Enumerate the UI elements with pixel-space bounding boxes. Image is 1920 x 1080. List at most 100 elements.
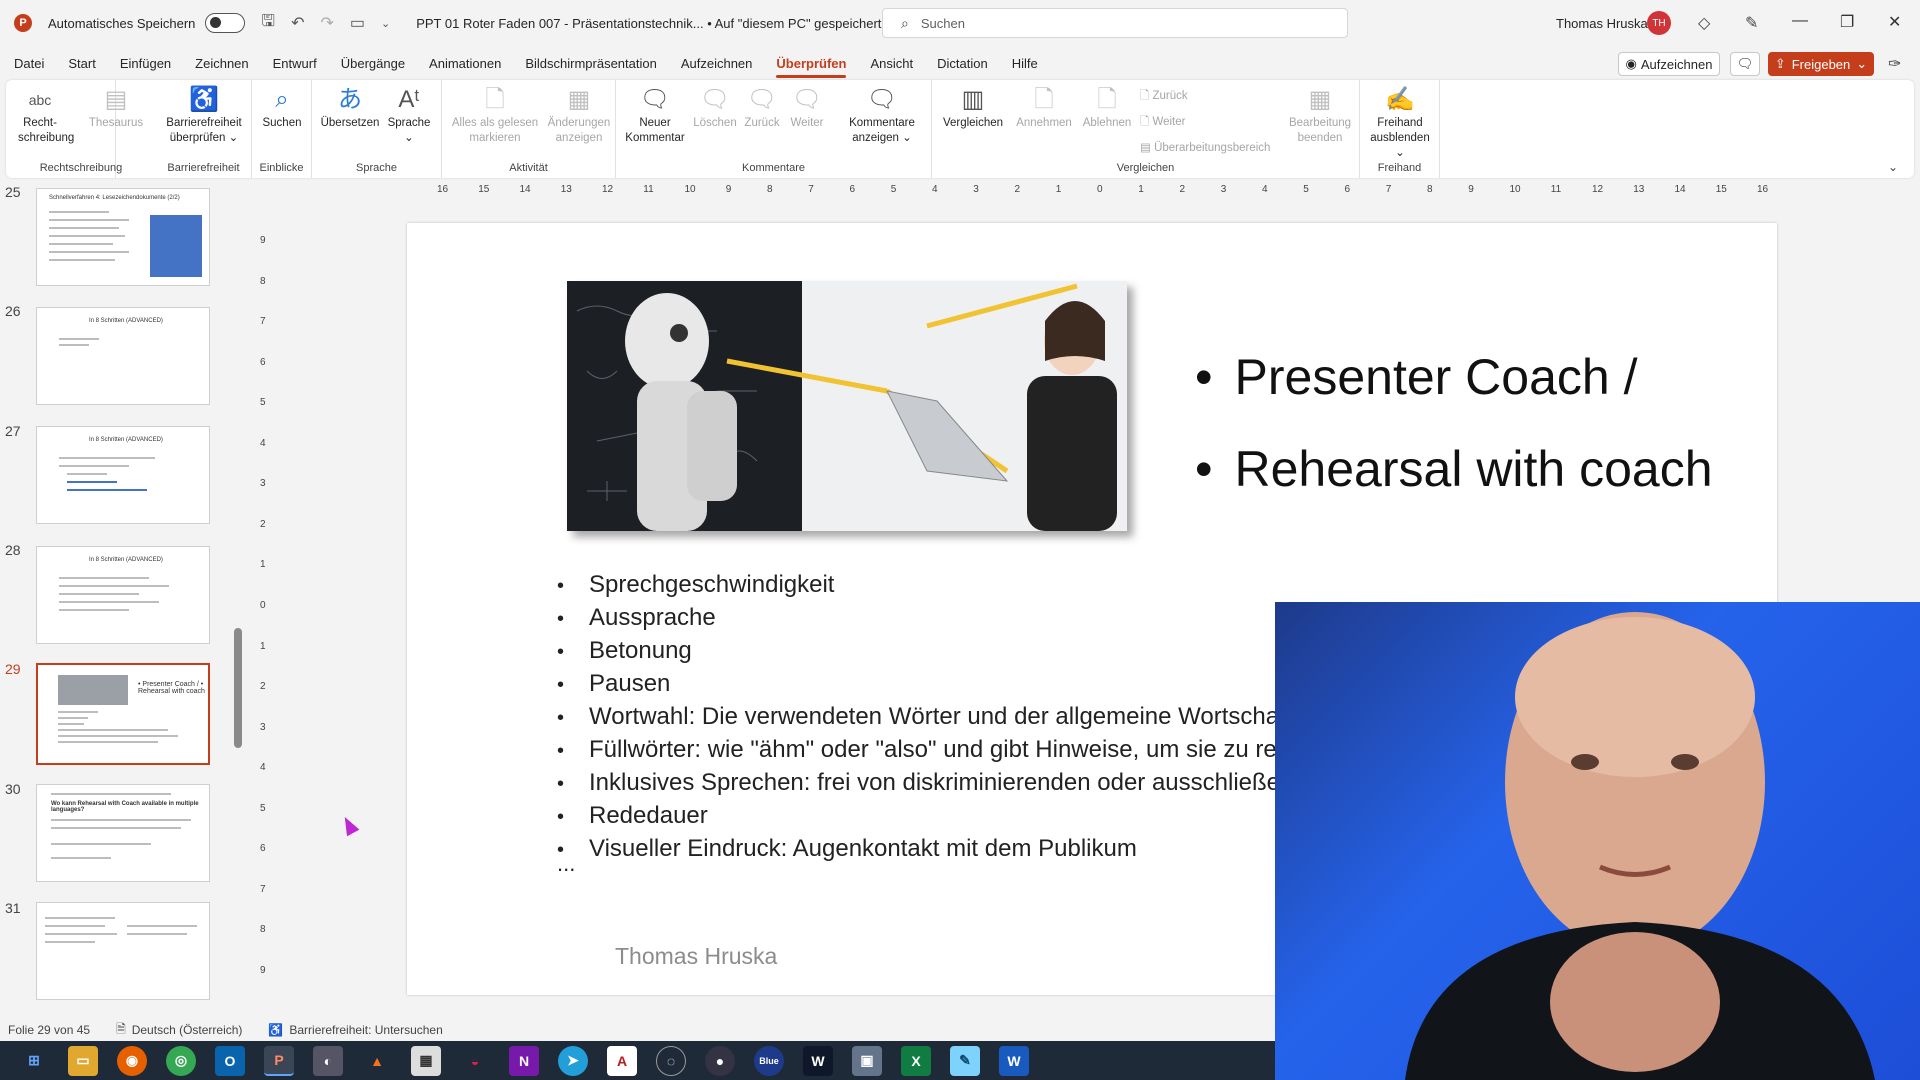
title-bullet-list[interactable]: Presenter Coach / Rehearsal with coach: [1195, 331, 1713, 515]
tab-ansicht[interactable]: Ansicht: [858, 50, 925, 78]
mark-all-read-button[interactable]: 🗋 Alles als gelesen markieren: [448, 84, 542, 146]
thumbnail-line: [58, 741, 158, 743]
tab-hilfe[interactable]: Hilfe: [1000, 50, 1050, 78]
accessibility-status[interactable]: ♿ Barrierefreiheit: Untersuchen: [268, 1023, 442, 1037]
notepad-icon[interactable]: ✎: [950, 1045, 980, 1076]
slide-thumbnail[interactable]: In 8 Schritten (ADVANCED): [36, 307, 210, 405]
language-status[interactable]: 🗎 Deutsch (Österreich): [116, 1020, 242, 1041]
thesaurus-button[interactable]: ▤ Thesaurus: [86, 84, 146, 131]
slide-thumbnail[interactable]: [36, 902, 210, 1000]
vlc-icon[interactable]: ▲: [362, 1046, 392, 1076]
comments-button[interactable]: 🗨: [1730, 52, 1760, 76]
excel-icon[interactable]: X: [901, 1045, 931, 1076]
tab-datei[interactable]: Datei: [0, 50, 56, 78]
redo-icon[interactable]: ↷: [320, 13, 333, 33]
tab-start[interactable]: Start: [56, 50, 107, 78]
present-icon[interactable]: ▭: [350, 13, 365, 33]
hide-ink-button[interactable]: ✍ Freihand ausblenden ⌄: [1364, 84, 1436, 161]
close-icon[interactable]: ✕: [1888, 12, 1901, 32]
slide-thumbnail[interactable]: Wo kann Rehearsal with Coach available i…: [36, 784, 210, 882]
check-accessibility-button[interactable]: ♿ Barrierefreiheit überprüfen ⌄: [160, 84, 248, 146]
group-label-language: Sprache: [356, 162, 397, 174]
tab-uebergaenge[interactable]: Übergänge: [329, 50, 417, 78]
notes-icon[interactable]: ▦: [411, 1045, 441, 1076]
obs-icon[interactable]: ◌: [656, 1045, 686, 1076]
slide-thumbnail[interactable]: In 8 Schritten (ADVANCED): [36, 546, 210, 644]
diamond-icon[interactable]: ◇: [1698, 13, 1710, 33]
autosave-label: Automatisches Speichern: [48, 15, 196, 31]
tab-entwurf[interactable]: Entwurf: [261, 50, 329, 78]
slide-thumbnail[interactable]: Schnellverfahren 4: Lesezeichendokumente…: [36, 188, 210, 286]
translate-button[interactable]: あ Übersetzen: [320, 84, 380, 131]
slide-number: 27: [5, 423, 21, 439]
reject-button[interactable]: 🗋 Ablehnen: [1078, 84, 1136, 131]
pen-icon[interactable]: ✎: [1745, 13, 1758, 33]
smart-lookup-button[interactable]: ⌕ Suchen: [256, 84, 308, 131]
document-title[interactable]: PPT 01 Roter Faden 007 - Präsentationste…: [416, 16, 881, 31]
word-icon[interactable]: W: [999, 1045, 1029, 1076]
show-changes-button[interactable]: ▦ Änderungen anzeigen: [546, 84, 612, 146]
firefox-icon[interactable]: ◉: [117, 1045, 147, 1076]
tab-animationen[interactable]: Animationen: [417, 50, 513, 78]
windows-start-icon[interactable]: ⊞: [19, 1046, 49, 1076]
share-button[interactable]: ⇪ Freigeben ⌄: [1768, 52, 1874, 76]
accept-button[interactable]: 🗋 Annehmen: [1012, 84, 1076, 131]
tab-bildschirmpraesentation[interactable]: Bildschirmpräsentation: [513, 50, 669, 78]
content-bullet-list[interactable]: Sprechgeschwindigkeit Aussprache Betonun…: [557, 569, 1293, 866]
previous-change-button[interactable]: 🗋 Zurück: [1140, 88, 1188, 107]
new-comment-button[interactable]: 🗨 Neuer Kommentar: [622, 84, 688, 146]
blue-app-icon[interactable]: Blue: [754, 1045, 784, 1076]
chrome-icon[interactable]: ◎: [166, 1045, 196, 1076]
thumbnail-scrollbar[interactable]: [234, 628, 242, 748]
outlook-icon[interactable]: O: [215, 1045, 245, 1076]
tab-einfuegen[interactable]: Einfügen: [108, 50, 183, 78]
capture-icon[interactable]: ●: [705, 1045, 735, 1076]
show-comments-button[interactable]: 🗨 Kommentare anzeigen ⌄: [842, 84, 922, 146]
next-change-button[interactable]: 🗋 Weiter: [1140, 114, 1185, 133]
reviewing-pane-button[interactable]: ▤ Überarbeitungsbereich: [1140, 140, 1270, 154]
tab-ueberpruefen[interactable]: Überprüfen: [764, 50, 858, 78]
tab-dictation[interactable]: Dictation: [925, 50, 1000, 78]
content-bullet: Aussprache: [557, 602, 1293, 635]
search-input[interactable]: ⌕ Suchen: [882, 8, 1348, 38]
copilot-icon[interactable]: ✑: [1888, 54, 1901, 74]
user-name[interactable]: Thomas Hruska: [1556, 16, 1648, 31]
slide-thumbnail[interactable]: In 8 Schritten (ADVANCED): [36, 426, 210, 524]
minimize-icon[interactable]: —: [1792, 12, 1808, 30]
end-review-button[interactable]: ▦ Bearbeitung beenden: [1284, 84, 1356, 146]
powerpoint-taskbar-icon[interactable]: P: [264, 1045, 294, 1076]
next-comment-button[interactable]: 🗨 Weiter: [786, 84, 828, 131]
language-button[interactable]: Aᵗ Sprache ⌄: [384, 84, 434, 146]
pdf-icon[interactable]: A: [607, 1045, 637, 1076]
onenote-icon[interactable]: N: [509, 1045, 539, 1076]
app-icon[interactable]: ◐: [313, 1045, 343, 1076]
file-explorer-icon[interactable]: ▭: [68, 1045, 98, 1076]
tab-aufzeichnen[interactable]: Aufzeichnen: [669, 50, 765, 78]
slide-counter[interactable]: Folie 29 von 45: [8, 1023, 90, 1037]
spelling-button[interactable]: abc Recht- schreibung: [18, 84, 74, 146]
delete-comment-button[interactable]: 🗨 Löschen: [692, 84, 738, 131]
customize-quick-access-icon[interactable]: ⌄: [381, 17, 390, 30]
compare-button[interactable]: ▥ Vergleichen: [938, 84, 1008, 131]
save-icon[interactable]: 🖫: [261, 10, 275, 37]
next-label: Weiter: [790, 117, 824, 129]
record-button[interactable]: ◉ Aufzeichnen: [1618, 52, 1720, 76]
avatar[interactable]: TH: [1647, 11, 1671, 35]
thumbnail-line: [51, 857, 111, 859]
ruler-tick-label: 12: [602, 184, 614, 195]
ruler-tick-label: 8: [260, 924, 266, 936]
undo-icon[interactable]: ↶: [291, 13, 304, 33]
chat-icon[interactable]: ▣: [852, 1045, 882, 1076]
previous-comment-button[interactable]: 🗨 Zurück: [740, 84, 784, 131]
slide-photo[interactable]: [567, 281, 1127, 531]
collapse-ribbon-icon[interactable]: ⌄: [1888, 160, 1898, 174]
restore-icon[interactable]: ❐: [1840, 12, 1854, 32]
tab-zeichnen[interactable]: Zeichnen: [183, 50, 260, 78]
slide-thumbnail-active[interactable]: • Presenter Coach / • Rehearsal with coa…: [36, 663, 210, 765]
lips-icon[interactable]: ◒: [460, 1046, 490, 1076]
proofing-icon: 🗎: [116, 1021, 126, 1036]
telegram-icon[interactable]: ➤: [558, 1045, 588, 1076]
comment-icon: 🗨: [1736, 56, 1754, 71]
autosave-toggle[interactable]: [205, 13, 246, 33]
word-doc-icon[interactable]: W: [803, 1045, 833, 1076]
